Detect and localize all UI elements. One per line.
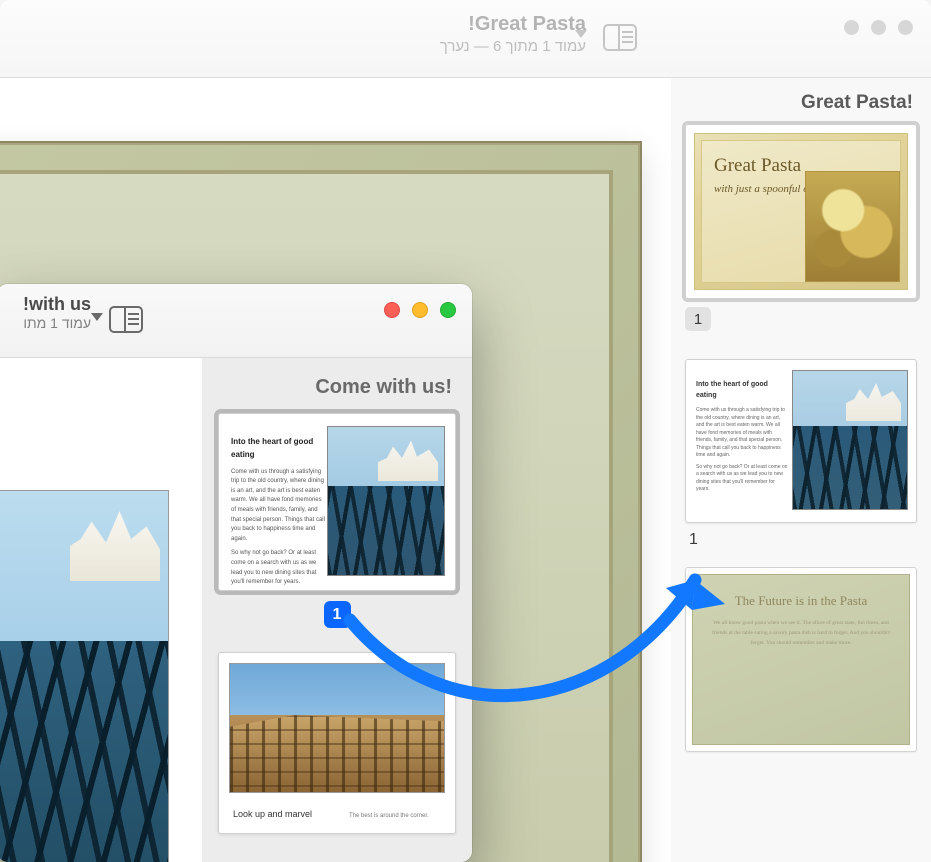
zoom-icon[interactable] — [898, 20, 913, 35]
venice-photo-large — [0, 490, 169, 862]
page-thumbnail-2[interactable]: Look up and marvel The best is around th… — [218, 652, 456, 834]
sidebar-title-front: Come with us! — [222, 376, 452, 399]
ft-text: Into the heart of good eating Come with … — [231, 436, 327, 588]
colosseum-photo — [229, 663, 445, 793]
traffic-lights-back — [844, 20, 913, 35]
page-thumbnail-3[interactable]: The Future is in the Pasta We all know g… — [685, 567, 917, 752]
chevron-down-icon[interactable] — [91, 313, 103, 321]
minimize-icon[interactable] — [871, 20, 886, 35]
titlebar-front: with us! עמוד 1 מתו — [0, 284, 472, 358]
titlebar-back: Great Pasta! עמוד 1 מתוך 6 — נערך — [0, 0, 931, 78]
title-group-back: Great Pasta! עמוד 1 מתוך 6 — נערך — [440, 13, 586, 55]
sidebar-toggle-button[interactable] — [603, 24, 637, 51]
window-come-with-us: with us! עמוד 1 מתו Come with us! Into t… — [0, 284, 472, 862]
sidebar-toggle-button[interactable] — [109, 306, 143, 333]
document-title-front: with us! — [1, 294, 91, 315]
minimize-icon[interactable] — [412, 302, 428, 318]
caption-main: Look up and marvel — [233, 809, 312, 819]
venice-photo — [327, 426, 445, 576]
page-thumbnail-1[interactable]: Great Pasta with just a spoonful of love — [685, 124, 917, 299]
document-title-back: Great Pasta! — [440, 13, 586, 36]
front-body: Come with us! Into the heart of good eat… — [0, 358, 472, 862]
page-number-badge-selected: 1 — [324, 601, 351, 628]
future-frame: The Future is in the Pasta We all know g… — [692, 574, 910, 745]
venice-heading: Into the heart of good eating — [696, 380, 788, 401]
close-icon[interactable] — [384, 302, 400, 318]
document-subtitle-front: עמוד 1 מתו — [1, 315, 91, 331]
caption-sub: The best is around the corner. — [349, 813, 429, 819]
page-number-badge: 1 — [685, 307, 711, 331]
page-number-label: 1 — [689, 531, 917, 549]
ft-heading: Into the heart of good eating — [231, 436, 327, 462]
close-icon[interactable] — [844, 20, 859, 35]
venice-body1: Come with us through a satisfying trip t… — [696, 407, 788, 460]
pasta-photo — [805, 171, 900, 282]
page-thumbnail-1[interactable]: Into the heart of good eating Come with … — [218, 413, 456, 591]
chevron-down-icon[interactable] — [575, 30, 587, 38]
sidebar-title-back: Great Pasta! — [689, 92, 913, 114]
thumbnail-sidebar-front: Come with us! Into the heart of good eat… — [202, 358, 472, 862]
ft-body2: So why not go back? Or at least come on … — [231, 549, 327, 587]
zoom-icon[interactable] — [440, 302, 456, 318]
venice-photo — [792, 370, 908, 510]
parchment-content: Great Pasta with just a spoonful of love — [701, 140, 901, 283]
traffic-lights-front — [384, 302, 456, 318]
page-thumbnail-2[interactable]: Into the heart of good eating Come with … — [685, 359, 917, 523]
ft-body1: Come with us through a satisfying trip t… — [231, 468, 327, 545]
canvas-front[interactable] — [0, 358, 202, 862]
venice-body2: So why not go back? Or at least come on … — [696, 464, 788, 494]
thumbnail-sidebar-back: Great Pasta! Great Pasta with just a spo… — [671, 78, 931, 862]
title-group-front: with us! עמוד 1 מתו — [1, 294, 91, 331]
parchment-bg: Great Pasta with just a spoonful of love — [694, 133, 908, 290]
document-subtitle-back: עמוד 1 מתוך 6 — נערך — [440, 38, 586, 55]
future-title: The Future is in the Pasta — [705, 593, 897, 609]
venice-text: Into the heart of good eating Come with … — [696, 380, 788, 494]
future-body: We all know good pasta when we see it. T… — [705, 619, 897, 649]
